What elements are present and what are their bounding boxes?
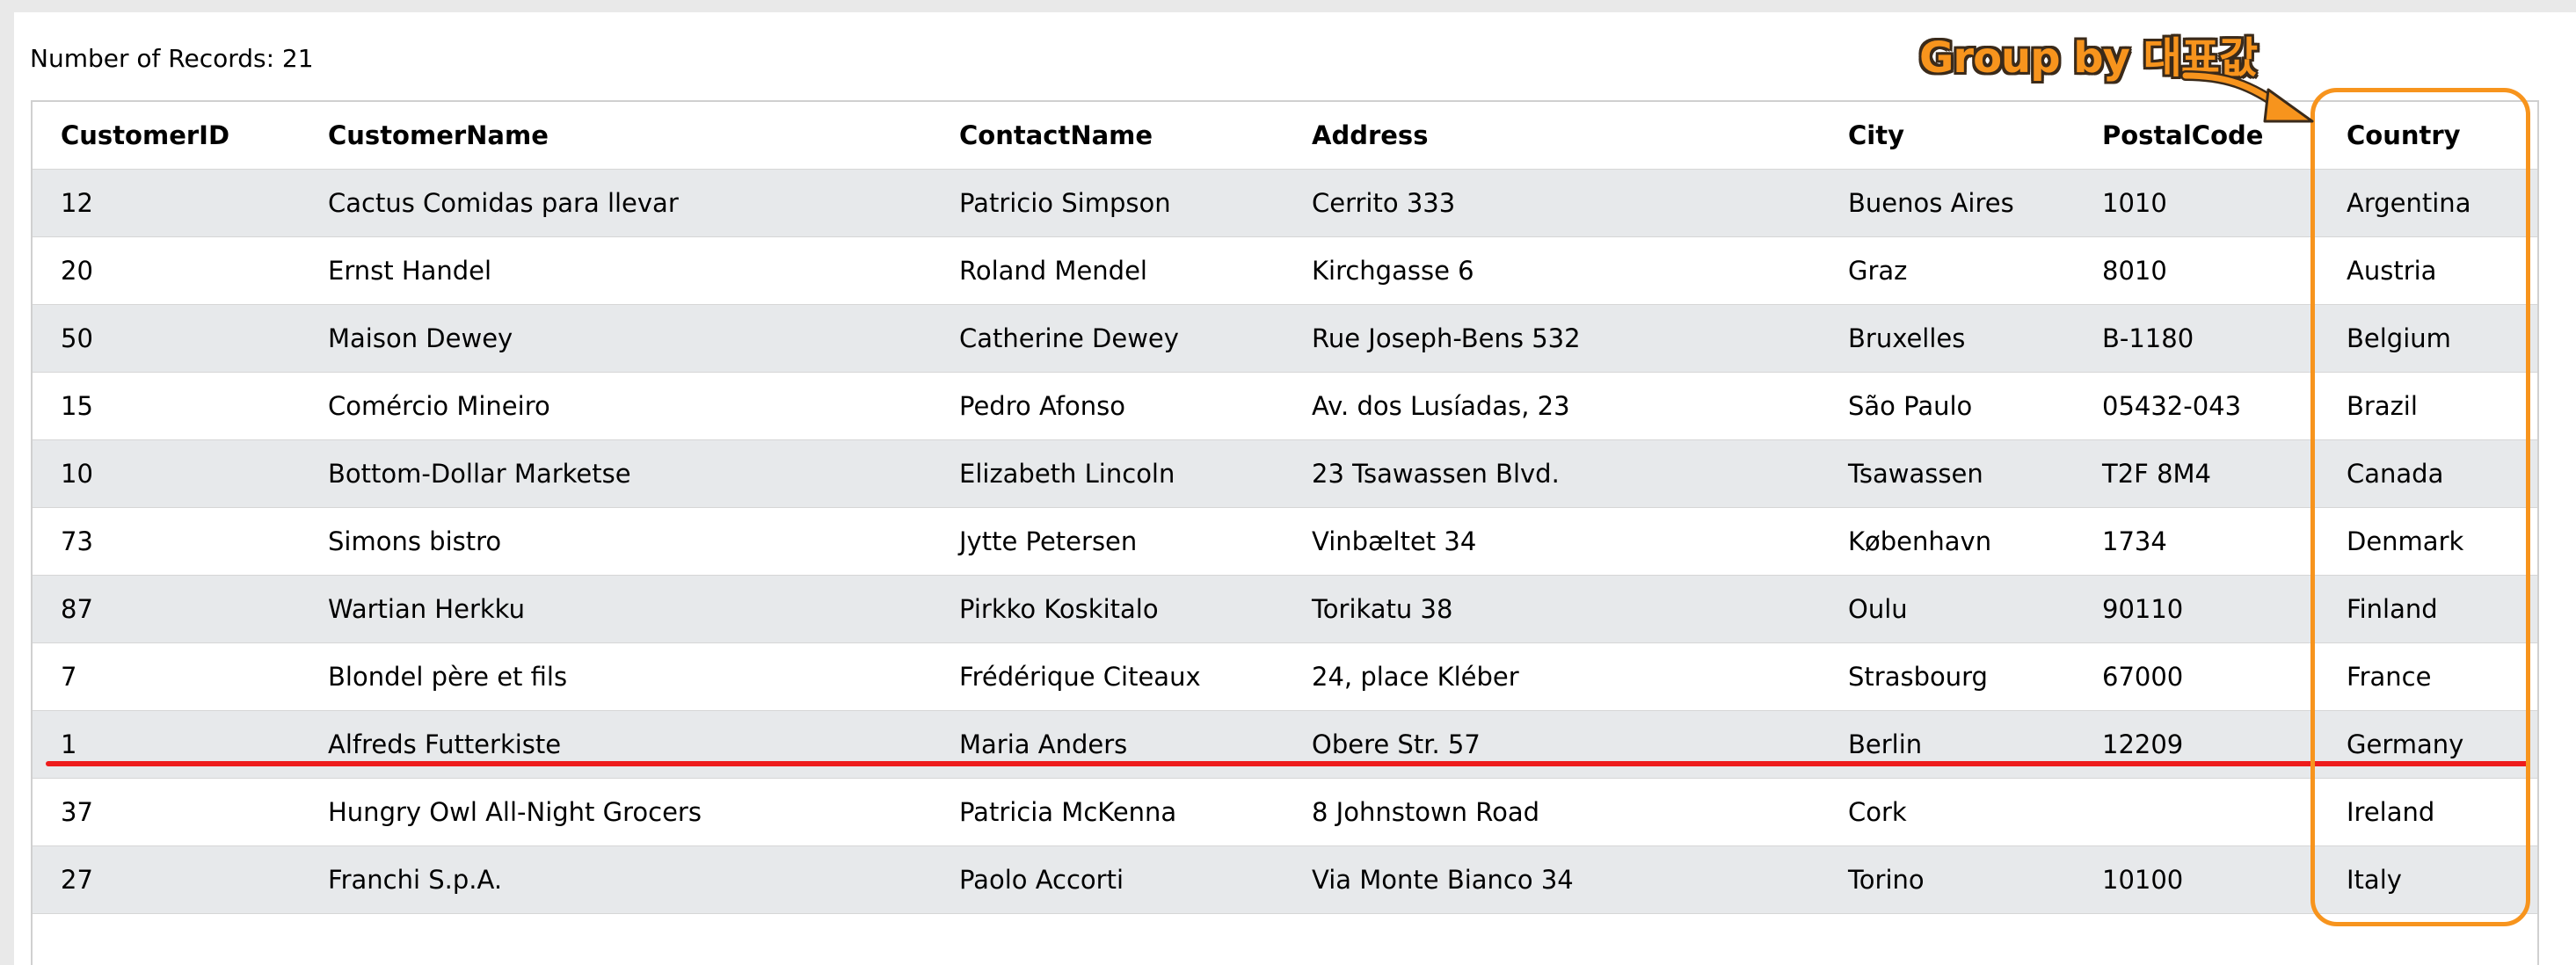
results-panel: Number of Records: 21 CustomerID Custome… [14, 12, 2576, 965]
table-row: 12 Cactus Comidas para llevar Patricio Sim… [33, 169, 2537, 237]
cell-contactname: Roland Mendel [931, 236, 1284, 305]
cell-city: Bruxelles [1820, 304, 2074, 373]
cell-city: Oulu [1820, 575, 2074, 643]
table-row: 20 Ernst Handel Roland Mendel Kirchgasse 6G… [33, 236, 2537, 305]
table-row: 10 Bottom-Dollar Marketse Elizabeth Lincol… [33, 439, 2537, 508]
cell-contactname: Catherine Dewey [931, 304, 1284, 373]
table-row: 27 Franchi S.p.A. Paolo Accorti Via Monte B… [33, 845, 2537, 914]
cell-contactname: Patricio Simpson [931, 169, 1284, 237]
cell-address: Cerrito 333 [1284, 169, 1820, 237]
column-header-customername: CustomerName [300, 102, 931, 170]
column-header-contactname: ContactName [931, 102, 1284, 170]
cell-customername: Bottom-Dollar Marketse [300, 439, 931, 508]
cell-postalcode [2074, 778, 2318, 846]
cell-city: København [1820, 507, 2074, 576]
table-row: 73 Simons bistro Jytte Petersen Vinbæltet 3… [33, 507, 2537, 576]
table-header-row: CustomerID CustomerName ContactName Addr… [33, 102, 2537, 170]
record-count: Number of Records: 21 [30, 44, 314, 73]
cell-postalcode: 67000 [2074, 642, 2318, 711]
annotation-arrow-icon [2180, 70, 2314, 123]
cell-customerid: 15 [33, 372, 300, 440]
cell-contactname: Pirkko Koskitalo [931, 575, 1284, 643]
cell-customername: Blondel père et fils [300, 642, 931, 711]
cell-customerid: 87 [33, 575, 300, 643]
table-body: 12 Cactus Comidas para llevar Patricio Sim… [33, 169, 2537, 914]
cell-customername: Franchi S.p.A. [300, 845, 931, 914]
cell-postalcode: 12209 [2074, 710, 2318, 779]
cell-customerid: 7 [33, 642, 300, 711]
cell-postalcode: 8010 [2074, 236, 2318, 305]
cell-postalcode: 05432-043 [2074, 372, 2318, 440]
cell-postalcode: 1010 [2074, 169, 2318, 237]
cell-city: São Paulo [1820, 372, 2074, 440]
table-row: 1 Alfreds Futterkiste Maria Anders Obere St… [33, 710, 2537, 779]
cell-contactname: Maria Anders [931, 710, 1284, 779]
customers-table-container: CustomerID CustomerName ContactName Addr… [31, 100, 2539, 965]
cell-contactname: Frédérique Citeaux [931, 642, 1284, 711]
cell-postalcode: 10100 [2074, 845, 2318, 914]
cell-address: 23 Tsawassen Blvd. [1284, 439, 1820, 508]
cell-address: Rue Joseph-Bens 532 [1284, 304, 1820, 373]
cell-city: Cork [1820, 778, 2074, 846]
country-column-highlight [2310, 88, 2530, 926]
cell-contactname: Patricia McKenna [931, 778, 1284, 846]
table-row: 50 Maison Dewey Catherine Dewey Rue Joseph-… [33, 304, 2537, 373]
cell-customerid: 20 [33, 236, 300, 305]
cell-customername: Simons bistro [300, 507, 931, 576]
column-header-city: City [1820, 102, 2074, 170]
group-divider-line [46, 761, 2530, 766]
cell-city: Graz [1820, 236, 2074, 305]
cell-postalcode: T2F 8M4 [2074, 439, 2318, 508]
table-row: 87 Wartian Herkku Pirkko Koskitalo Torikatu… [33, 575, 2537, 643]
cell-postalcode: B-1180 [2074, 304, 2318, 373]
cell-customername: Maison Dewey [300, 304, 931, 373]
cell-city: Buenos Aires [1820, 169, 2074, 237]
cell-customerid: 10 [33, 439, 300, 508]
cell-customerid: 27 [33, 845, 300, 914]
customers-table: CustomerID CustomerName ContactName Addr… [33, 102, 2537, 914]
cell-customerid: 50 [33, 304, 300, 373]
cell-customerid: 12 [33, 169, 300, 237]
cell-customername: Wartian Herkku [300, 575, 931, 643]
cell-customername: Alfreds Futterkiste [300, 710, 931, 779]
cell-address: Torikatu 38 [1284, 575, 1820, 643]
cell-contactname: Paolo Accorti [931, 845, 1284, 914]
cell-customername: Hungry Owl All-Night Grocers [300, 778, 931, 846]
column-header-customerid: CustomerID [33, 102, 300, 170]
column-header-address: Address [1284, 102, 1820, 170]
cell-city: Strasbourg [1820, 642, 2074, 711]
cell-postalcode: 1734 [2074, 507, 2318, 576]
cell-contactname: Jytte Petersen [931, 507, 1284, 576]
cell-address: Vinbæltet 34 [1284, 507, 1820, 576]
cell-address: Obere Str. 57 [1284, 710, 1820, 779]
cell-customerid: 37 [33, 778, 300, 846]
table-row: 7 Blondel père et fils Frédérique Citeaux 2… [33, 642, 2537, 711]
cell-address: 8 Johnstown Road [1284, 778, 1820, 846]
cell-contactname: Pedro Afonso [931, 372, 1284, 440]
cell-contactname: Elizabeth Lincoln [931, 439, 1284, 508]
cell-postalcode: 90110 [2074, 575, 2318, 643]
cell-address: Av. dos Lusíadas, 23 [1284, 372, 1820, 440]
cell-customerid: 1 [33, 710, 300, 779]
cell-customerid: 73 [33, 507, 300, 576]
cell-address: Via Monte Bianco 34 [1284, 845, 1820, 914]
cell-customername: Ernst Handel [300, 236, 931, 305]
cell-city: Torino [1820, 845, 2074, 914]
table-row: 15 Comércio Mineiro Pedro Afonso Av. dos Lu… [33, 372, 2537, 440]
cell-customername: Cactus Comidas para llevar [300, 169, 931, 237]
cell-address: 24, place Kléber [1284, 642, 1820, 711]
cell-city: Tsawassen [1820, 439, 2074, 508]
table-row: 37 Hungry Owl All-Night Grocers Patricia M… [33, 778, 2537, 846]
cell-address: Kirchgasse 6 [1284, 236, 1820, 305]
cell-city: Berlin [1820, 710, 2074, 779]
cell-customername: Comércio Mineiro [300, 372, 931, 440]
